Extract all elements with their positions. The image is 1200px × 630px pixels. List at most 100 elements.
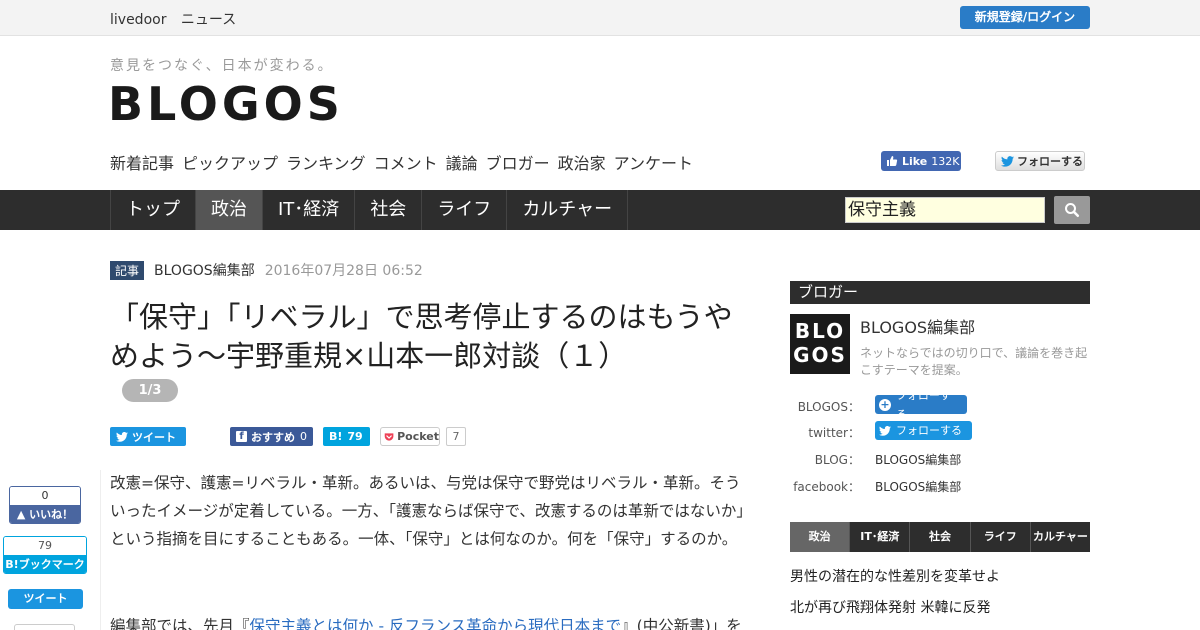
facebook-like-label: Like	[902, 154, 928, 168]
facebook-recommend-label: おすすめ	[251, 430, 295, 444]
page-indicator: 1/3	[122, 379, 178, 402]
subnav-new-articles[interactable]: 新着記事	[110, 150, 174, 174]
twitter-follow-button[interactable]: フォローする	[995, 151, 1085, 171]
plus-icon: +	[879, 397, 891, 411]
book-link[interactable]: 保守主義とは何か - 反フランス革命から現代日本まで	[250, 617, 622, 630]
subnav-politicians[interactable]: 政治家	[558, 150, 606, 174]
floating-facebook-like[interactable]: 0 ▲ いいね！	[9, 486, 81, 524]
tab-society[interactable]: 社会	[355, 190, 423, 230]
floating-hatena-bookmark[interactable]: 79 B!ブックマーク	[3, 536, 87, 574]
profile-key: BLOG：	[814, 453, 860, 467]
floating-like-count: 0	[10, 487, 80, 505]
profile-key: facebook：	[793, 480, 860, 494]
facebook-recommend-count: 0	[300, 430, 307, 443]
thumbs-up-icon	[887, 156, 898, 166]
profile-row-twitter: twitter： フォローする	[790, 421, 1090, 441]
blogos-follow-label: フォローする	[895, 388, 951, 421]
facebook-like-count: 132K	[931, 154, 960, 168]
article-paragraph-2: 編集部では、先月『保守主義とは何か - 反フランス革命から現代日本まで』(中公新…	[110, 612, 752, 630]
pocket-label: Pocket	[397, 430, 439, 443]
search-input[interactable]: 保守主義	[845, 197, 1045, 223]
subnav-bloggers[interactable]: ブロガー	[486, 150, 550, 174]
blogos-logo[interactable]: BLOGOS	[108, 78, 344, 130]
site-tagline: 意見をつなぐ、日本が変わる。	[110, 58, 334, 74]
facebook-like-button[interactable]: Like 132K	[881, 151, 961, 171]
avatar-text-top: BLO	[794, 319, 846, 343]
news-link[interactable]: ニュース	[181, 12, 236, 28]
sub-navigation: 新着記事 ピックアップ ランキング コメント 議論 ブロガー 政治家 アンケート	[110, 150, 701, 174]
facebook-recommend-button[interactable]: f おすすめ 0	[230, 427, 313, 446]
subnav-discussion[interactable]: 議論	[446, 150, 478, 174]
article-title: 「保守」「リベラル」で思考停止するのはもうやめよう〜宇野重規×山本一郎対談（１）	[110, 300, 733, 373]
twitter-bird-icon	[116, 431, 128, 442]
floating-like-text: いいね！	[29, 508, 74, 521]
pocket-count: 7	[446, 427, 466, 446]
paragraph-2-end: 』(中公新書)」を	[621, 617, 742, 630]
tab-top[interactable]: トップ	[110, 190, 196, 230]
profile-key: BLOGOS：	[797, 400, 860, 414]
signup-login-button[interactable]: 新規登録/ログイン	[960, 6, 1090, 29]
headline-item[interactable]: 男性の潜在的な性差別を変革せよ	[790, 566, 1090, 597]
blogos-follow-button[interactable]: + フォローする	[875, 389, 967, 421]
twitter-bird-icon	[1001, 155, 1014, 167]
article-meta: 記事 BLOGOS編集部 2016年07月28日 06:52	[110, 260, 423, 280]
paragraph-2-start: 編集部では、先月『	[110, 617, 250, 630]
tab-culture[interactable]: カルチャー	[507, 190, 629, 230]
article-type-badge: 記事	[110, 260, 145, 280]
blogger-avatar[interactable]: BLO GOS	[790, 314, 850, 374]
floating-tweet-label: ツイート	[23, 592, 68, 605]
profile-row-blogos: BLOGOS： + フォローする	[790, 389, 1090, 421]
article-date: 2016年07月28日 06:52	[264, 263, 423, 279]
facebook-link[interactable]: BLOGOS編集部	[875, 478, 961, 495]
article-author[interactable]: BLOGOS編集部	[154, 260, 255, 280]
hatena-count: 79	[347, 430, 363, 443]
profile-row-facebook: facebook： BLOGOS編集部	[790, 475, 1090, 495]
twitter-bird-icon	[879, 425, 891, 436]
floating-like-label: ▲ いいね！	[10, 505, 80, 523]
sidebar-blogger-heading: ブロガー	[790, 281, 1090, 304]
hatena-bookmark-button[interactable]: B! 79	[323, 427, 370, 446]
thumbs-up-icon: ▲	[16, 508, 26, 521]
blog-link[interactable]: BLOGOS編集部	[875, 451, 961, 468]
tweet-share-button[interactable]: ツイート	[110, 427, 186, 446]
subnav-ranking[interactable]: ランキング	[286, 150, 366, 174]
subnav-survey[interactable]: アンケート	[614, 150, 693, 174]
tab-life[interactable]: ライフ	[422, 190, 508, 230]
pocket-button[interactable]: Pocket	[380, 427, 440, 446]
sidebar-tab-society[interactable]: 社会	[910, 522, 971, 552]
facebook-icon: f	[236, 431, 247, 442]
sidebar-tab-life[interactable]: ライフ	[971, 522, 1031, 552]
subnav-comments[interactable]: コメント	[374, 150, 438, 174]
sidebar-headline-list: 男性の潜在的な性差別を変革せよ 北が再び飛翔体発射 米韓に反発	[790, 566, 1090, 628]
profile-key: twitter：	[808, 426, 860, 440]
blogger-name[interactable]: BLOGOS編集部	[860, 314, 975, 338]
livedoor-brand[interactable]: livedoor ニュース	[110, 9, 246, 29]
floating-hatena-label: B!ブックマーク	[4, 555, 86, 573]
floating-tweet-button[interactable]: ツイート	[8, 589, 83, 609]
float-divider	[100, 470, 101, 630]
blogger-description: ネットならではの切り口で、議論を巻き起こすテーマを提案。	[860, 346, 1088, 377]
twitter-follow-label: フォローする	[1017, 155, 1083, 168]
sidebar-tab-politics[interactable]: 政治	[790, 522, 851, 552]
sidebar-category-tabs: 政治 IT･経済 社会 ライフ カルチャー	[790, 522, 1090, 552]
profile-row-blog: BLOG： BLOGOS編集部	[790, 448, 1090, 468]
twitter-follow-sidebar-button[interactable]: フォローする	[875, 421, 972, 440]
article-paragraph: 改憲=保守、護憲=リベラル・革新。あるいは、与党は保守で野党はリベラル・革新。そ…	[110, 474, 752, 548]
pocket-icon	[384, 432, 394, 441]
floating-hatena-count: 79	[4, 537, 86, 555]
subnav-pickup[interactable]: ピックアップ	[182, 150, 278, 174]
search-button[interactable]	[1054, 196, 1090, 224]
sidebar-tab-culture[interactable]: カルチャー	[1031, 522, 1090, 552]
floating-pocket-button[interactable]	[14, 624, 75, 630]
tab-it-economy[interactable]: IT･経済	[263, 190, 356, 230]
livedoor-logo[interactable]: livedoor	[110, 12, 166, 28]
tab-politics[interactable]: 政治	[196, 190, 263, 230]
avatar-text-bottom: GOS	[793, 343, 847, 367]
twitter-follow-sidebar-label: フォローする	[896, 424, 962, 437]
tweet-label: ツイート	[132, 430, 176, 444]
hatena-icon: B!	[329, 430, 343, 443]
search-icon	[1065, 203, 1080, 218]
headline-item[interactable]: 北が再び飛翔体発射 米韓に反発	[790, 597, 1090, 628]
top-bar: livedoor ニュース 新規登録/ログイン	[0, 0, 1200, 36]
sidebar-tab-it-economy[interactable]: IT･経済	[850, 522, 911, 552]
